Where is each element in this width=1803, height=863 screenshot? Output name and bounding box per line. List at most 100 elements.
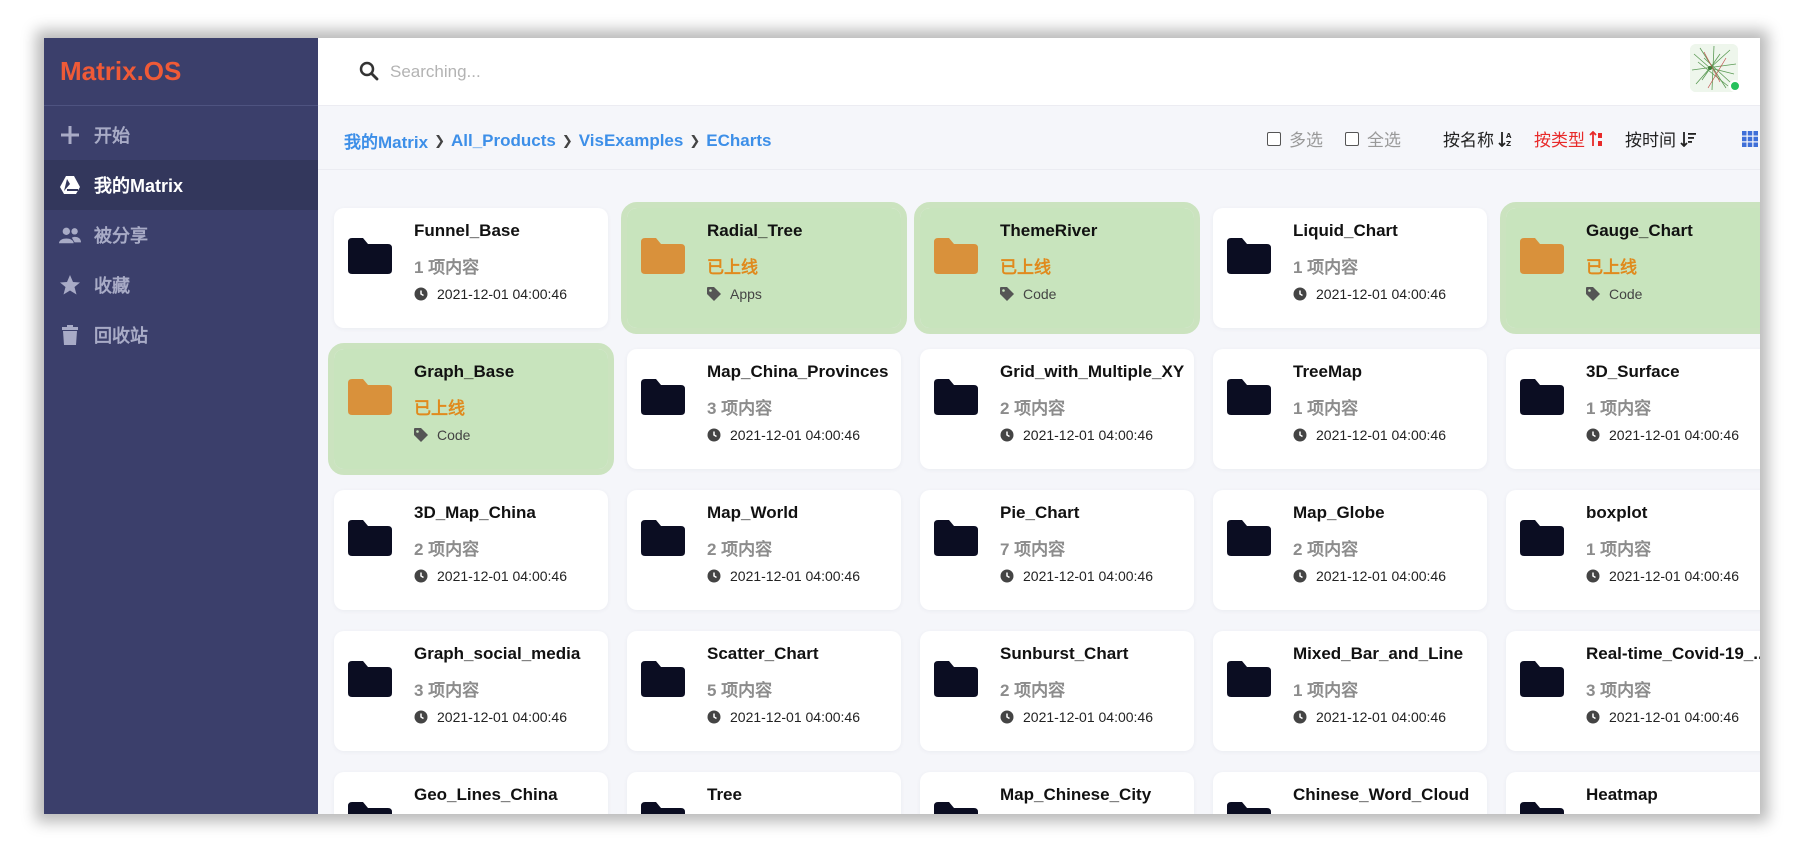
folder-icon [348,802,392,814]
timestamp: 2021-12-01 04:00:46 [1316,286,1446,302]
folder-icon [641,661,685,697]
tag-icon [707,287,730,301]
item-count: 3 项内容 [707,399,773,418]
modified-time: 2021-12-01 04:00:46 [1586,568,1739,584]
folder-name: Geo_Lines_China [414,785,558,804]
folder-name: Funnel_Base [414,221,520,240]
modified-time: 2021-12-01 04:00:46 [1586,427,1739,443]
clock-icon [414,569,437,583]
toolbar: 我的Matrix ❯ All_Products ❯ VisExamples ❯ … [318,106,1760,170]
folder-card[interactable]: 3D_Map_China 2 项内容 2021-12-01 04:00:46 [334,490,608,610]
sort-by-time-button[interactable]: 按时间 [1625,126,1696,151]
folder-name: 3D_Map_China [414,503,536,522]
item-count: 3 项内容 [414,681,480,700]
clock-icon [1586,428,1609,442]
folder-card[interactable]: Geo_Lines_China [334,772,608,814]
folder-name: Sunburst_Chart [1000,644,1129,663]
item-count: 1 项内容 [1293,399,1359,418]
sidebar-item-label: 收藏 [94,276,130,296]
sort-by-type-button[interactable]: 按类型 [1534,126,1605,151]
folder-card[interactable]: Real-time_Covid-19_... 3 项内容 2021-12-01 04… [1506,631,1760,751]
folder-card[interactable]: Radial_Tree 已上线 Apps [621,202,907,334]
tag-label: Code [437,427,471,443]
folder-card[interactable]: Map_Chinese_City [920,772,1194,814]
folder-card[interactable]: Sunburst_Chart 2 项内容 2021-12-01 04:00:46 [920,631,1194,751]
folder-card[interactable]: TreeMap 1 项内容 2021-12-01 04:00:46 [1213,349,1487,469]
view-controls: 多选 全选 按名称 A Z 按类型 按时间 [1267,126,1760,151]
folder-card[interactable]: Map_Globe 2 项内容 2021-12-01 04:00:46 [1213,490,1487,610]
modified-time: 2021-12-01 04:00:46 [1000,709,1153,725]
search-input[interactable] [390,54,990,90]
folder-icon [934,379,978,415]
file-grid: Funnel_Base 1 项内容 2021-12-01 04:00:46 Radia… [328,202,1760,814]
folder-name: Graph_Base [414,362,515,381]
sidebar-item-trash[interactable]: 回收站 [44,310,318,360]
folder-icon [641,802,685,814]
clock-icon [414,710,437,724]
folder-card[interactable]: 3D_Surface 1 项内容 2021-12-01 04:00:46 [1506,349,1760,469]
chevron-right-icon: ❯ [561,132,573,148]
folder-card[interactable]: Map_China_Provinces 3 项内容 2021-12-01 04:00… [627,349,901,469]
breadcrumb-item[interactable]: 我的Matrix [344,128,428,153]
folder-card[interactable]: Map_World 2 项内容 2021-12-01 04:00:46 [627,490,901,610]
breadcrumb-item[interactable]: VisExamples [579,131,684,151]
folder-name: ThemeRiver [1000,221,1098,240]
folder-card[interactable]: Pie_Chart 7 项内容 2021-12-01 04:00:46 [920,490,1194,610]
folder-card[interactable]: Mixed_Bar_and_Line 1 项内容 2021-12-01 04:00:… [1213,631,1487,751]
folder-card[interactable]: Grid_with_Multiple_XY 2 项内容 2021-12-01 04:… [920,349,1194,469]
grid-view-icon[interactable] [1740,129,1760,149]
folder-card[interactable]: Chinese_Word_Cloud [1213,772,1487,814]
folder-card[interactable]: ThemeRiver 已上线 Code [914,202,1200,334]
clock-icon [1000,428,1023,442]
tag-info: Apps [707,286,762,302]
folder-card[interactable]: Graph_Base 已上线 Code [328,343,614,475]
online-status-label: 已上线 [707,258,758,277]
folder-card[interactable]: Scatter_Chart 5 项内容 2021-12-01 04:00:46 [627,631,901,751]
app-window: Matrix.OS 开始 我的Matrix 被分享 收藏 回收站 Searchi… [44,38,1760,814]
tag-icon [1000,287,1023,301]
app-logo[interactable]: Matrix.OS [44,38,318,106]
timestamp: 2021-12-01 04:00:46 [1609,427,1739,443]
sidebar: Matrix.OS 开始 我的Matrix 被分享 收藏 回收站 [44,38,318,814]
sidebar-item-my-matrix[interactable]: 我的Matrix [44,160,318,210]
chevron-right-icon: ❯ [689,132,701,148]
folder-card[interactable]: Gauge_Chart 已上线 Code [1500,202,1760,334]
folder-icon [1227,661,1271,697]
multi-select-checkbox[interactable]: 多选 [1267,126,1323,151]
tag-icon [414,428,437,442]
select-all-checkbox[interactable]: 全选 [1345,126,1401,151]
breadcrumb-item[interactable]: ECharts [706,131,771,151]
tag-info: Code [1586,286,1642,302]
clock-icon [1000,710,1023,724]
sort-by-name-label: 按名称 [1443,131,1494,150]
folder-name: Radial_Tree [707,221,803,240]
tag-info: Code [1000,286,1056,302]
sidebar-item-start[interactable]: 开始 [44,110,318,160]
sort-by-name-button[interactable]: 按名称 A Z [1443,126,1514,151]
timestamp: 2021-12-01 04:00:46 [1316,568,1446,584]
folder-icon [934,661,978,697]
folder-card[interactable]: Funnel_Base 1 项内容 2021-12-01 04:00:46 [334,208,608,328]
modified-time: 2021-12-01 04:00:46 [414,709,567,725]
modified-time: 2021-12-01 04:00:46 [1000,568,1153,584]
folder-card[interactable]: Tree [627,772,901,814]
timestamp: 2021-12-01 04:00:46 [1609,568,1739,584]
folder-card[interactable]: boxplot 1 项内容 2021-12-01 04:00:46 [1506,490,1760,610]
folder-card[interactable]: Heatmap [1506,772,1760,814]
modified-time: 2021-12-01 04:00:46 [707,709,860,725]
tag-info: Code [414,427,470,443]
sidebar-item-shared[interactable]: 被分享 [44,210,318,260]
item-count: 2 项内容 [414,540,480,559]
online-status-dot [1729,80,1741,92]
sidebar-item-favorites[interactable]: 收藏 [44,260,318,310]
folder-card[interactable]: Graph_social_media 3 项内容 2021-12-01 04:00:… [334,631,608,751]
item-count: 2 项内容 [1000,399,1066,418]
folder-name: Liquid_Chart [1293,221,1398,240]
breadcrumb-item[interactable]: All_Products [451,131,556,151]
select-all-label: 全选 [1367,131,1401,150]
folder-card[interactable]: Liquid_Chart 1 项内容 2021-12-01 04:00:46 [1213,208,1487,328]
folder-icon [1520,520,1564,556]
sidebar-item-label: 开始 [94,126,130,146]
modified-time: 2021-12-01 04:00:46 [1000,427,1153,443]
timestamp: 2021-12-01 04:00:46 [1316,709,1446,725]
